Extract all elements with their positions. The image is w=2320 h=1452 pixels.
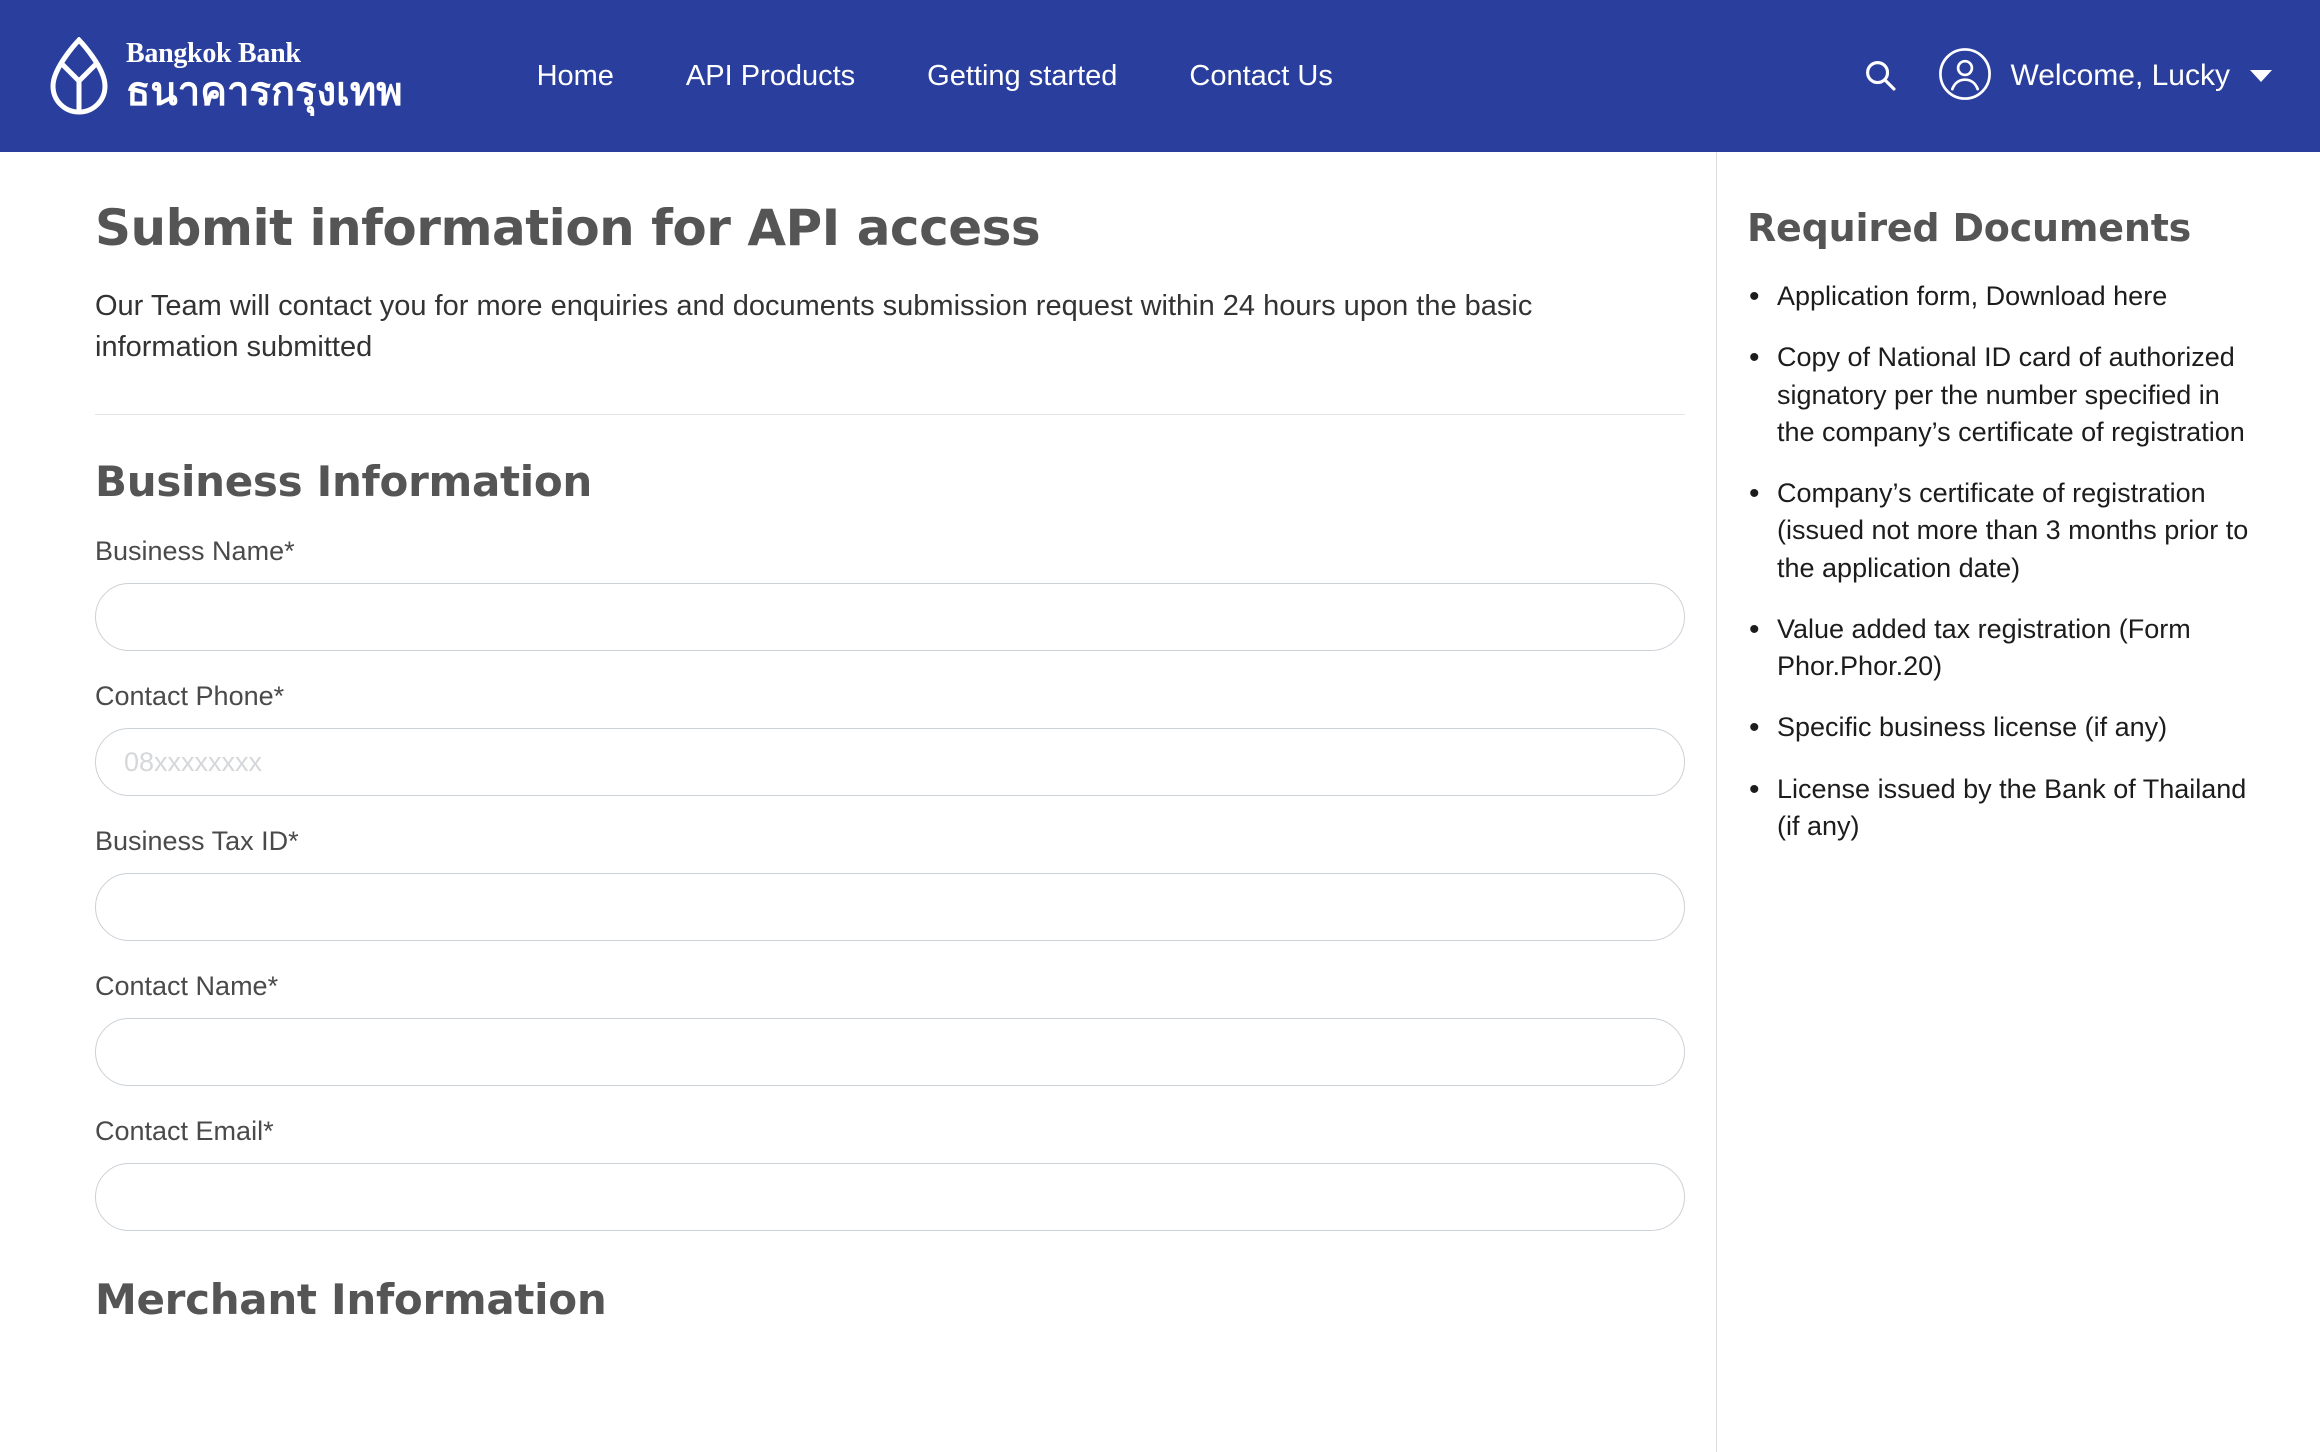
list-item: Value added tax registration (Form Phor.… <box>1747 609 2260 686</box>
required-documents-list: Application form, Download here Copy of … <box>1747 276 2260 846</box>
welcome-label: Welcome, Lucky <box>2010 59 2230 92</box>
required-documents-sidebar: Required Documents Application form, Dow… <box>1716 152 2320 1452</box>
bangkok-bank-leaf-logo-icon <box>48 36 110 115</box>
field-group-business-name: Business Name* <box>95 536 1716 652</box>
section-divider <box>95 414 1685 416</box>
user-circle-icon <box>1938 47 1992 106</box>
chevron-down-icon[interactable] <box>2250 70 2272 82</box>
field-group-contact-phone: Contact Phone* <box>95 681 1716 797</box>
search-icon <box>1863 58 1897 95</box>
site-header: Bangkok Bank ธนาคารกรุงเทพ Home API Prod… <box>0 0 2320 152</box>
main-navigation: Home API Products Getting started Contac… <box>501 50 1369 103</box>
nav-item-getting-started[interactable]: Getting started <box>891 50 1153 103</box>
business-name-input[interactable] <box>95 583 1685 652</box>
contact-email-label: Contact Email* <box>95 1116 274 1147</box>
merchant-information-heading: Merchant Information <box>95 1275 607 1325</box>
header-actions: Welcome, Lucky <box>1858 0 2272 152</box>
main-content: Submit information for API access Our Te… <box>0 152 1716 1452</box>
business-tax-id-input[interactable] <box>95 873 1685 942</box>
brand-logo-link[interactable]: Bangkok Bank ธนาคารกรุงเทพ <box>48 36 403 115</box>
field-group-business-tax-id: Business Tax ID* <box>95 826 1716 942</box>
list-item: Specific business license (if any) <box>1747 707 2260 749</box>
nav-item-home[interactable]: Home <box>501 50 650 103</box>
contact-phone-input[interactable] <box>95 728 1685 797</box>
search-button[interactable] <box>1858 54 1902 98</box>
business-tax-id-label: Business Tax ID* <box>95 826 299 857</box>
business-name-label: Business Name* <box>95 536 295 567</box>
nav-item-api-products[interactable]: API Products <box>650 50 891 103</box>
page-body: Submit information for API access Our Te… <box>0 152 2320 1452</box>
list-item: License issued by the Bank of Thailand (… <box>1747 769 2260 846</box>
brand-name-th: ธนาคารกรุงเทพ <box>126 68 403 115</box>
list-item: Copy of National ID card of authorized s… <box>1747 337 2260 451</box>
contact-name-label: Contact Name* <box>95 971 279 1002</box>
list-item: Application form, Download here <box>1747 276 2260 318</box>
account-menu[interactable]: Welcome, Lucky <box>1938 47 2272 106</box>
column-divider <box>1716 152 1717 1452</box>
required-documents-heading: Required Documents <box>1747 206 2192 250</box>
business-information-heading: Business Information <box>95 457 593 507</box>
contact-phone-label: Contact Phone* <box>95 681 285 712</box>
field-group-contact-name: Contact Name* <box>95 971 1716 1087</box>
field-group-contact-email: Contact Email* <box>95 1116 1716 1232</box>
brand-name-en: Bangkok Bank <box>126 38 301 70</box>
nav-item-contact-us[interactable]: Contact Us <box>1153 50 1368 103</box>
page-description: Our Team will contact you for more enqui… <box>95 290 1533 364</box>
contact-name-input[interactable] <box>95 1018 1685 1087</box>
contact-email-input[interactable] <box>95 1163 1685 1232</box>
list-item: Company’s certificate of registration (i… <box>1747 473 2260 587</box>
page-title: Submit information for API access <box>95 199 1041 257</box>
